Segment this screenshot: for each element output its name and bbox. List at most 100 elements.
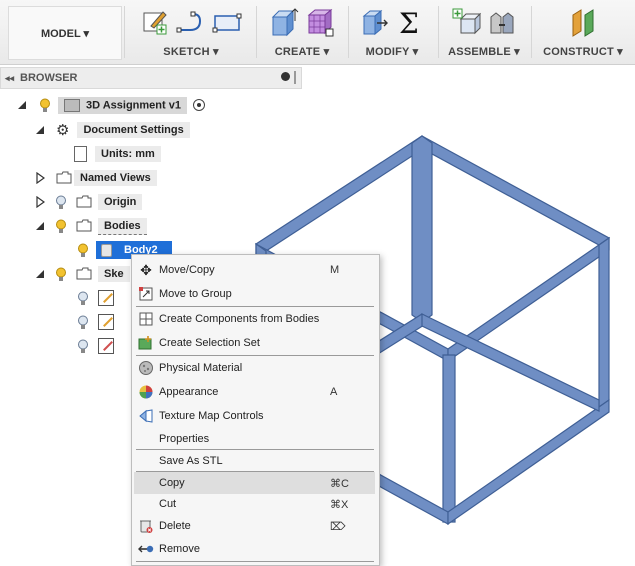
assemble-menu-label[interactable]: ASSEMBLE ▾ — [440, 45, 528, 58]
tree-row-origin[interactable]: Origin — [34, 192, 143, 212]
visibility-bulb-icon[interactable] — [54, 218, 68, 234]
group-icon — [137, 285, 155, 303]
menu-item-move-to-group[interactable]: Move to Group — [134, 283, 375, 305]
expand-triangle-icon[interactable] — [16, 98, 28, 112]
cube-edge — [421, 313, 600, 412]
menu-item-move-copy[interactable]: ✥ Move/Copy M — [134, 259, 375, 281]
menu-item-create-components[interactable]: Create Components from Bodies — [134, 308, 375, 330]
sketch-icon — [98, 338, 114, 354]
expand-triangle-icon[interactable] — [34, 219, 46, 233]
cube-edge — [598, 236, 610, 409]
rectangle-icon[interactable] — [212, 7, 242, 37]
sketch-icon — [98, 290, 114, 306]
tree-item-label[interactable]: Document Settings — [77, 122, 190, 138]
tree-item-label[interactable]: Bodies — [98, 217, 147, 235]
menu-item-properties[interactable]: Properties — [134, 428, 375, 450]
joint-icon[interactable] — [487, 7, 517, 37]
menu-item-cut[interactable]: Cut ⌘X — [134, 493, 375, 515]
material-icon — [137, 359, 155, 377]
toolbar-divider — [124, 6, 125, 58]
menu-item-texture-map-controls[interactable]: Texture Map Controls — [134, 405, 375, 427]
modify-menu-label[interactable]: MODIFY ▾ — [350, 45, 434, 58]
visibility-bulb-icon[interactable] — [76, 314, 90, 330]
menu-item-delete[interactable]: Delete ⌦ — [134, 515, 375, 537]
tree-row-sketch[interactable] — [76, 336, 114, 356]
cube-edge — [254, 135, 434, 252]
tree-item-label[interactable]: Named Views — [74, 170, 157, 186]
delete-icon — [137, 517, 155, 535]
offset-plane-icon[interactable] — [568, 7, 598, 37]
menu-item-physical-material[interactable]: Physical Material — [134, 357, 375, 379]
tree-row-sketch[interactable] — [76, 312, 114, 332]
appearance-icon — [137, 383, 155, 401]
sigma-icon[interactable]: Σ — [395, 7, 425, 37]
components-icon — [137, 310, 155, 328]
create-menu-label[interactable]: CREATE ▾ — [258, 45, 346, 58]
visibility-bulb-icon[interactable] — [54, 266, 68, 282]
line-arc-icon[interactable] — [176, 7, 206, 37]
browser-resize-handle[interactable] — [294, 71, 296, 84]
selection-set-icon — [137, 334, 155, 352]
browser-title: BROWSER — [20, 72, 78, 84]
cube-edge — [447, 398, 610, 526]
body-icon — [101, 243, 112, 257]
cube-edge — [442, 354, 456, 523]
move-icon: ✥ — [140, 261, 152, 278]
tree-root-row[interactable]: 3D Assignment v1 — [16, 95, 205, 115]
expand-triangle-icon[interactable] — [34, 123, 46, 137]
tree-item-label[interactable]: Origin — [98, 194, 143, 210]
collapse-browser-icon[interactable]: ◂◂ — [5, 73, 14, 84]
collapsed-triangle-icon[interactable] — [34, 195, 46, 209]
document-icon — [74, 146, 87, 162]
tree-row-named-views[interactable]: Named Views — [34, 168, 157, 188]
construct-menu-label[interactable]: CONSTRUCT ▾ — [533, 45, 633, 58]
visibility-bulb-icon[interactable] — [54, 194, 68, 210]
folder-icon — [76, 219, 92, 233]
browser-header: ◂◂ BROWSER — [0, 67, 302, 89]
extrude-icon[interactable] — [269, 7, 299, 37]
tree-item-label[interactable]: Ske — [98, 266, 130, 282]
visibility-bulb-icon[interactable] — [76, 242, 90, 258]
sketch-menu-label[interactable]: SKETCH ▾ — [128, 45, 254, 58]
tree-row-units[interactable]: Units: mm — [74, 144, 161, 164]
toolbar-divider — [438, 6, 439, 58]
create-group[interactable]: CREATE ▾ — [258, 4, 346, 60]
workspace-label: MODEL ▾ — [40, 27, 90, 40]
menu-item-appearance[interactable]: Appearance A — [134, 381, 375, 403]
form-icon[interactable] — [305, 7, 335, 37]
component-icon — [64, 98, 80, 112]
folder-icon — [76, 267, 92, 281]
tree-row-document-settings[interactable]: ⚙ Document Settings — [34, 120, 190, 140]
visibility-bulb-icon[interactable] — [76, 338, 90, 354]
menu-item-copy[interactable]: Copy ⌘C — [134, 472, 375, 494]
menu-item-create-selection-set[interactable]: Create Selection Set — [134, 332, 375, 354]
tree-item-label[interactable]: Units: mm — [95, 146, 161, 162]
browser-pin-icon[interactable] — [281, 72, 290, 81]
gear-icon: ⚙ — [56, 122, 70, 139]
construct-group[interactable]: CONSTRUCT ▾ — [533, 4, 633, 60]
new-component-icon[interactable] — [451, 7, 481, 37]
press-pull-icon[interactable] — [359, 7, 389, 37]
tree-row-sketches[interactable]: Ske — [34, 264, 130, 284]
activate-radio-icon[interactable] — [192, 99, 205, 111]
folder-icon — [76, 195, 92, 209]
toolbar-divider — [531, 6, 532, 58]
tree-row-sketch[interactable] — [76, 288, 114, 308]
modify-group[interactable]: Σ MODIFY ▾ — [350, 4, 434, 60]
menu-item-save-as-stl[interactable]: Save As STL — [134, 450, 375, 472]
menu-item-remove[interactable]: Remove — [134, 538, 375, 560]
toolbar: MODEL ▾ SKETCH ▾ CREATE ▾ Σ MODIFY ▾ ASS… — [0, 0, 635, 65]
tree-root-label[interactable]: 3D Assignment v1 — [58, 96, 187, 114]
create-sketch-icon[interactable] — [140, 7, 170, 37]
tree-row-bodies[interactable]: Bodies — [34, 216, 147, 236]
expand-triangle-icon[interactable] — [34, 267, 46, 281]
visibility-bulb-icon[interactable] — [38, 97, 52, 113]
assemble-group[interactable]: ASSEMBLE ▾ — [440, 4, 528, 60]
collapsed-triangle-icon[interactable] — [34, 171, 46, 185]
sketch-group[interactable]: SKETCH ▾ — [128, 4, 254, 60]
workspace-dropdown[interactable]: MODEL ▾ — [8, 6, 122, 60]
cube-edge — [411, 135, 433, 323]
toolbar-divider — [348, 6, 349, 58]
menu-separator — [136, 355, 374, 356]
visibility-bulb-icon[interactable] — [76, 290, 90, 306]
